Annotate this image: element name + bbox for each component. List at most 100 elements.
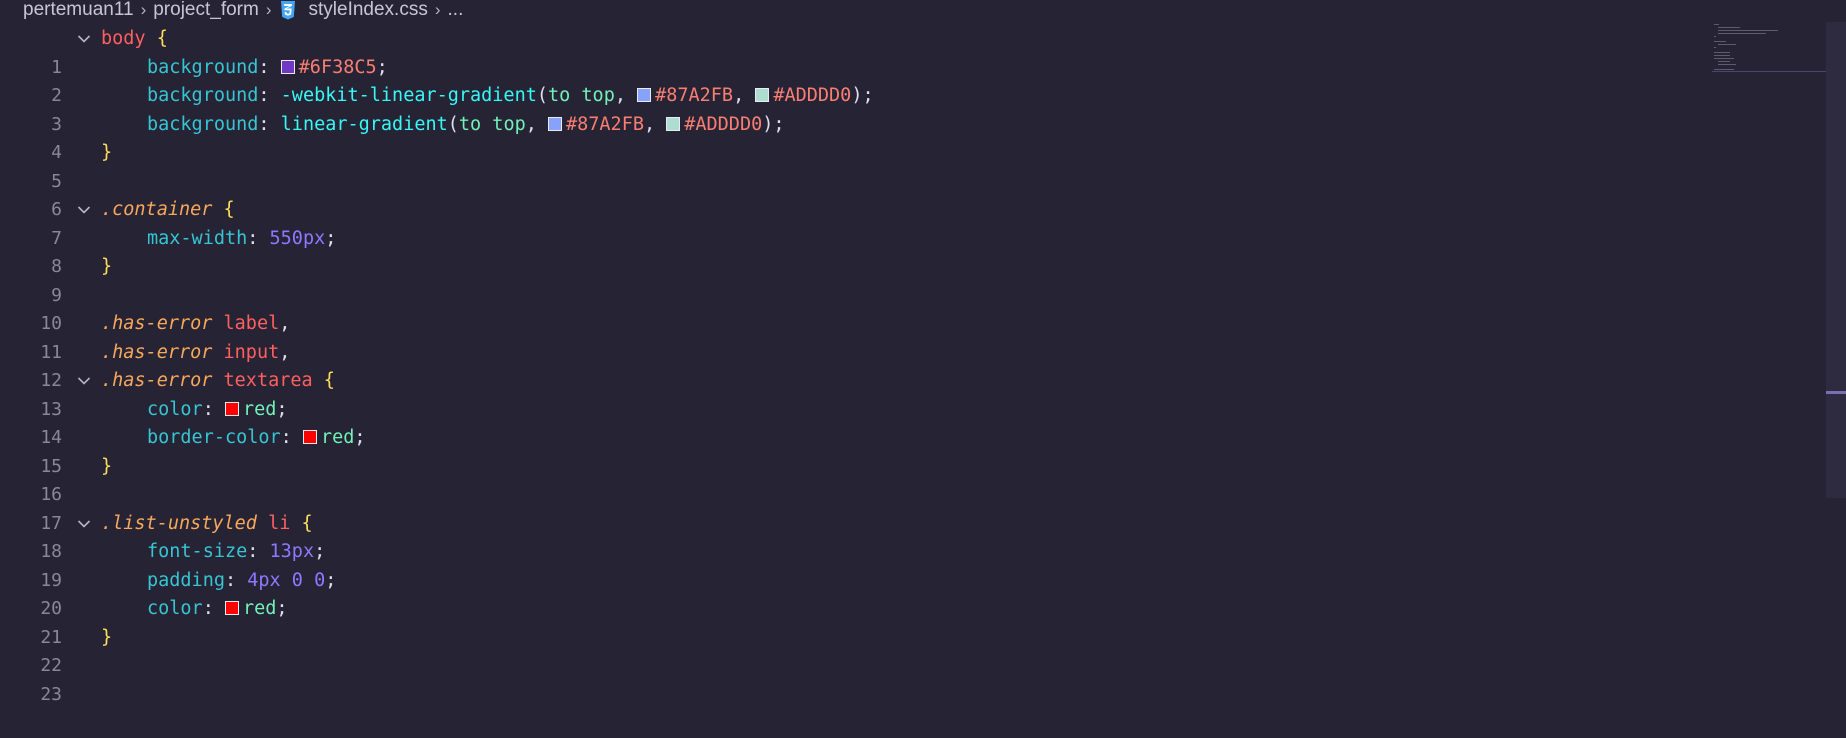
code-line: 5 } — [0, 139, 1700, 192]
colon: : — [280, 427, 292, 448]
property: padding — [147, 569, 225, 591]
brace: } — [101, 455, 113, 477]
hex-value: #87A2FB — [655, 85, 734, 106]
color-swatch-mint[interactable] — [755, 88, 770, 102]
breadcrumb-folder-project-form[interactable]: project_form — [153, 0, 259, 21]
comma: , — [525, 113, 537, 135]
chevron-right-icon: › — [265, 0, 272, 19]
code-line: 19 font-size: 13px; — [0, 538, 1700, 591]
minimap-line — [1714, 55, 1730, 56]
color-swatch-purple[interactable] — [280, 59, 295, 74]
tag-selector: textarea — [223, 370, 313, 391]
fold-chevron-icon[interactable] — [76, 510, 92, 539]
color-swatch-blue[interactable] — [637, 88, 652, 102]
selector: body — [101, 28, 146, 49]
number-value: 550px — [269, 227, 326, 249]
brace: { — [301, 512, 313, 534]
paren-close: ); — [762, 113, 785, 135]
paren: ( — [447, 113, 459, 135]
code-editor[interactable]: 1 body { 2 background: #6F38C5; 3 backgr… — [0, 25, 1700, 705]
semicolon: ; — [325, 227, 337, 249]
minimap-line — [1714, 41, 1726, 42]
color-swatch-red[interactable] — [224, 401, 239, 416]
brace: } — [101, 256, 113, 277]
minimap-line — [1714, 47, 1716, 48]
comma: , — [614, 85, 626, 106]
colon: : — [258, 85, 270, 106]
color-swatch-blue[interactable] — [548, 116, 562, 131]
code-line: 2 background: #6F38C5; — [0, 54, 1700, 107]
breadcrumb: pertemuan11 › project_form › styleIndex.… — [0, 0, 1846, 20]
breadcrumb-symbols[interactable]: ... — [448, 0, 464, 21]
minimap-line — [1714, 52, 1730, 53]
paren-close: ); — [851, 85, 874, 106]
brace: { — [156, 28, 168, 49]
comma: , — [279, 341, 291, 363]
comma: , — [733, 85, 745, 106]
code-line: 23 — [0, 652, 1700, 705]
color-swatch-red[interactable] — [302, 430, 317, 444]
code-line: 7 .container { — [0, 196, 1700, 249]
colon: : — [247, 227, 259, 249]
code-line: 3 background: -webkit-linear-gradient(to… — [0, 82, 1700, 135]
minimap-line — [1718, 64, 1736, 65]
function-name: linear-gradient — [280, 113, 448, 135]
colon: : — [258, 113, 270, 135]
code-line: 20 padding: 4px 0 0; — [0, 567, 1700, 620]
minimap-line — [1718, 44, 1736, 45]
color-value: red — [242, 598, 277, 619]
code-line: 22 } — [0, 624, 1700, 677]
breadcrumb-folder-pertemuan11[interactable]: pertemuan11 — [23, 0, 134, 21]
color-swatch-mint[interactable] — [666, 116, 681, 131]
minimap-line — [1714, 24, 1719, 25]
paren: ( — [536, 85, 548, 106]
semicolon: ; — [276, 398, 288, 420]
class-selector: .has-error — [101, 370, 213, 391]
colon: : — [202, 398, 214, 420]
minimap-line — [1714, 58, 1734, 59]
colon: : — [258, 56, 270, 78]
breadcrumb-file-styleindex[interactable]: styleIndex.css — [309, 0, 428, 21]
code-line: 14 color: red; — [0, 396, 1700, 449]
property: color — [147, 398, 203, 420]
hex-value: #87A2FB — [566, 113, 644, 135]
minimap-line — [1714, 36, 1716, 37]
minimap-line — [1718, 27, 1740, 28]
fold-chevron-icon[interactable] — [76, 196, 92, 225]
code-line: 8 max-width: 550px; — [0, 225, 1700, 278]
code-line: 11 .has-error label, — [0, 310, 1700, 363]
semicolon: ; — [314, 541, 326, 562]
number-value: 4px 0 0 — [247, 569, 326, 591]
brace: { — [223, 199, 235, 220]
comma: , — [643, 113, 656, 135]
code-line: 1 body { — [0, 25, 1700, 78]
class-selector: .has-error — [101, 341, 213, 363]
chevron-right-icon: › — [140, 0, 147, 19]
property: background — [147, 113, 259, 135]
comma: , — [279, 313, 291, 334]
colon: : — [224, 569, 237, 591]
tag-selector: label — [223, 313, 280, 334]
minimap-line — [1718, 33, 1766, 34]
property: border-color — [147, 427, 281, 448]
minimap-viewport — [1712, 71, 1826, 72]
selector: .container — [101, 199, 213, 220]
semicolon: ; — [354, 427, 366, 448]
vertical-scrollbar[interactable] — [1826, 22, 1846, 498]
class-selector: .list-unstyled — [101, 512, 257, 534]
fold-chevron-icon[interactable] — [76, 25, 92, 54]
fold-chevron-icon[interactable] — [76, 367, 92, 396]
minimap-line — [1718, 61, 1730, 62]
property: max-width — [147, 227, 248, 249]
color-value: red — [242, 398, 277, 420]
code-line: 4 background: linear-gradient(to top, #8… — [0, 111, 1700, 164]
hex-value: #6F38C5 — [298, 56, 377, 78]
minimap[interactable] — [1712, 22, 1825, 74]
code-line: 17 — [0, 481, 1700, 534]
brace: { — [323, 370, 335, 391]
color-swatch-red[interactable] — [224, 601, 239, 615]
minimap-line — [1718, 30, 1778, 31]
code-line: 10 — [0, 282, 1700, 334]
hex-value: #ADDDD0 — [684, 113, 763, 135]
colon: : — [247, 541, 259, 562]
